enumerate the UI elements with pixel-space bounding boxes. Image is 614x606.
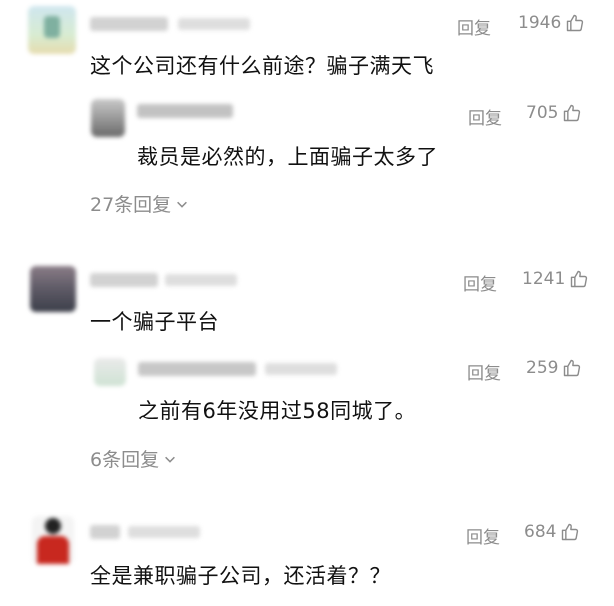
meta-blurred (165, 274, 237, 286)
comment-text: 一个骗子平台 (90, 310, 219, 334)
like-button[interactable]: 705 (526, 103, 582, 123)
avatar[interactable] (32, 516, 74, 564)
reply-button[interactable]: 回复 (468, 104, 502, 129)
thumb-up-icon (564, 104, 581, 122)
username-blurred (137, 104, 233, 118)
like-button[interactable]: 684 (524, 522, 580, 542)
like-count: 1946 (518, 13, 562, 33)
expand-replies-button[interactable]: 27条回复 (90, 190, 189, 217)
comment-text: 全是兼职骗子公司，还活着？？ (90, 564, 391, 588)
thumb-up-icon (562, 523, 579, 541)
reply-button[interactable]: 回复 (463, 270, 497, 295)
username-blurred (138, 362, 256, 376)
expand-label: 6条回复 (90, 449, 160, 471)
like-count: 684 (524, 522, 557, 542)
thumb-up-icon (564, 359, 581, 377)
meta-blurred (128, 526, 200, 538)
reply-button[interactable]: 回复 (467, 359, 501, 384)
avatar[interactable] (30, 266, 76, 312)
expand-replies-button[interactable]: 6条回复 (90, 445, 177, 472)
like-count: 259 (526, 358, 559, 378)
avatar[interactable] (28, 6, 76, 54)
username-blurred (90, 17, 168, 31)
reply-button[interactable]: 回复 (466, 523, 500, 548)
reply-button[interactable]: 回复 (457, 14, 491, 39)
like-button[interactable]: 1241 (522, 269, 589, 289)
chevron-down-icon (165, 456, 176, 463)
comment-text: 之前有6年没用过58同城了。 (138, 399, 417, 423)
username-blurred (90, 525, 120, 539)
comment-text: 这个公司还有什么前途？骗子满天飞 (90, 54, 434, 78)
meta-blurred (178, 18, 250, 30)
avatar[interactable] (94, 358, 126, 386)
like-count: 705 (526, 103, 559, 123)
thumb-up-icon (571, 270, 588, 288)
like-count: 1241 (522, 269, 566, 289)
avatar[interactable] (91, 99, 125, 137)
chevron-down-icon (177, 201, 188, 208)
comment-text: 裁员是必然的，上面骗子太多了 (137, 145, 438, 169)
like-button[interactable]: 1946 (518, 13, 585, 33)
meta-blurred (265, 363, 337, 375)
like-button[interactable]: 259 (526, 358, 582, 378)
username-blurred (90, 273, 158, 287)
expand-label: 27条回复 (90, 194, 172, 216)
thumb-up-icon (567, 14, 584, 32)
